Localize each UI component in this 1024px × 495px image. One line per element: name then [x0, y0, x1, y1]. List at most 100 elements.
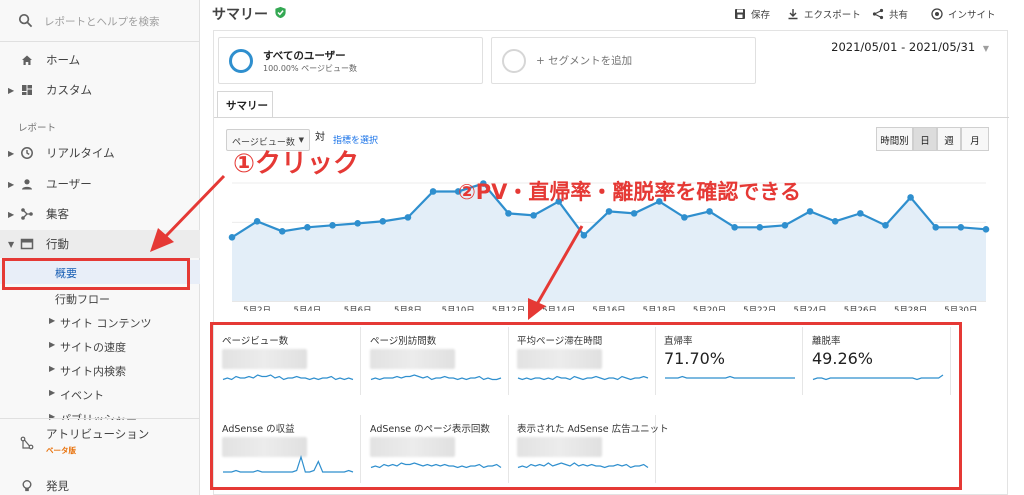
- chart-x-tick-label: 5月12日: [492, 306, 525, 311]
- sidebar-item-behavior[interactable]: ▼ 行動: [0, 230, 200, 258]
- sidebar-item-label: アトリビューション: [46, 427, 150, 441]
- chart-x-tick-label: 5月8日: [394, 306, 422, 311]
- expand-icon: ▶: [49, 364, 56, 373]
- chart-data-point[interactable]: [882, 222, 889, 229]
- chart-x-tick-label: 5月2日: [243, 306, 271, 311]
- tab-summary[interactable]: サマリー: [217, 91, 273, 118]
- chart-data-point[interactable]: [379, 218, 387, 225]
- person-icon: [22, 179, 32, 190]
- chart-data-point[interactable]: [404, 214, 412, 221]
- home-icon: [22, 55, 32, 65]
- chart-data-point[interactable]: [982, 226, 990, 233]
- sidebar-item-label: リアルタイム: [46, 146, 115, 160]
- chart-data-point[interactable]: [806, 208, 814, 215]
- chart-data-point[interactable]: [781, 222, 789, 229]
- versus-label: 対: [315, 132, 325, 143]
- clock-icon: [21, 147, 33, 159]
- chart-x-tick-label: 5月30日: [944, 306, 977, 311]
- segment-all-users[interactable]: すべてのユーザー 100.00% ページビュー数: [218, 37, 483, 84]
- expand-icon: ▶: [8, 209, 15, 219]
- save-icon: [735, 9, 745, 19]
- date-range-picker[interactable]: 2021/05/01 - 2021/05/31 ▼: [831, 40, 989, 54]
- insights-button[interactable]: インサイト: [931, 7, 996, 21]
- chart-x-tick-label: 5月16日: [592, 306, 625, 311]
- chart-data-point[interactable]: [429, 188, 437, 195]
- export-label: エクスポート: [804, 10, 861, 21]
- chevron-down-icon: ▼: [982, 44, 989, 53]
- chart-x-tick-label: 5月26日: [844, 306, 877, 311]
- chart-data-point[interactable]: [681, 214, 688, 221]
- report-search[interactable]: レポートとヘルプを検索: [0, 0, 200, 42]
- segment-name: すべてのユーザー: [263, 50, 346, 62]
- sidebar-item-custom[interactable]: ▶ カスタム: [0, 76, 200, 104]
- granularity-day[interactable]: 日: [913, 127, 937, 151]
- chart-data-point[interactable]: [756, 224, 764, 231]
- share-button[interactable]: 共有: [872, 7, 908, 21]
- sidebar-item-attribution[interactable]: アトリビューション ベータ版: [0, 426, 200, 460]
- annotation-highlight-scorecards: [210, 322, 962, 490]
- save-label: 保存: [751, 10, 771, 21]
- granularity-month[interactable]: 月: [961, 127, 989, 151]
- sidebar-item-acquisition[interactable]: ▶ 集客: [0, 200, 200, 228]
- beta-badge: ベータ版: [46, 446, 76, 455]
- search-icon: [18, 13, 33, 28]
- sidebar-item-realtime[interactable]: ▶ リアルタイム: [0, 139, 200, 167]
- chart-data-point[interactable]: [957, 224, 965, 231]
- chart-data-point[interactable]: [354, 220, 361, 227]
- report-header: サマリー 保存 エクスポート 共有 インサイト: [200, 0, 1024, 26]
- granularity-week[interactable]: 週: [937, 127, 961, 151]
- sidebar-item-label: イベント: [60, 389, 104, 402]
- add-segment-label: + セグメントを追加: [536, 55, 633, 67]
- chart-data-point[interactable]: [530, 212, 537, 219]
- annotation-click: ①クリック: [233, 149, 360, 179]
- collapse-icon: ▼: [8, 239, 15, 249]
- chart-data-point[interactable]: [505, 210, 512, 217]
- sidebar-item-label: 行動: [46, 237, 69, 251]
- sidebar-item-label: カスタム: [46, 83, 92, 97]
- chart-x-tick-label: 5月24日: [793, 306, 826, 311]
- chart-data-point[interactable]: [907, 194, 914, 201]
- page-title: サマリー: [212, 7, 268, 23]
- chart-data-point[interactable]: [228, 233, 236, 241]
- save-button[interactable]: 保存: [734, 7, 770, 21]
- sidebar-subitem-site-content[interactable]: ▶ サイト コンテンツ: [0, 310, 200, 334]
- sidebar-item-label: サイト コンテンツ: [60, 317, 152, 330]
- chart-x-tick-label: 5月4日: [293, 306, 321, 311]
- insights-label: インサイト: [948, 10, 996, 21]
- chart-data-point[interactable]: [630, 210, 638, 217]
- chart-data-point[interactable]: [706, 208, 713, 215]
- lightbulb-icon: [22, 480, 32, 492]
- chart-data-point[interactable]: [304, 224, 311, 231]
- segment-color-indicator: [229, 49, 253, 73]
- sidebar-item-discover[interactable]: 発見: [0, 472, 200, 495]
- sidebar-subitem-site-speed[interactable]: ▶ サイトの速度: [0, 334, 200, 358]
- chart-x-tick-label: 5月22日: [743, 306, 776, 311]
- chart-data-point[interactable]: [731, 224, 738, 231]
- sidebar-item-label: 発見: [46, 479, 69, 493]
- chart-data-point[interactable]: [932, 224, 940, 231]
- chart-data-point[interactable]: [580, 231, 588, 239]
- export-button[interactable]: エクスポート: [787, 7, 861, 21]
- sidebar-subitem-site-search[interactable]: ▶ サイト内検索: [0, 358, 200, 382]
- segment-placeholder-indicator: [502, 49, 526, 73]
- chart-data-point[interactable]: [605, 208, 613, 215]
- chart-x-tick-label: 5月28日: [894, 306, 927, 311]
- granularity-hourly[interactable]: 時間別: [876, 127, 913, 151]
- chart-data-point[interactable]: [831, 218, 839, 225]
- expand-icon: ▶: [8, 179, 15, 189]
- expand-icon: ▶: [49, 388, 56, 397]
- chart-x-tick-label: 5月18日: [643, 306, 676, 311]
- sidebar-item-home[interactable]: ホーム: [0, 46, 200, 74]
- chart-data-point[interactable]: [857, 210, 864, 217]
- sidebar-item-label: サイトの速度: [60, 341, 126, 354]
- sidebar-subitem-events[interactable]: ▶ イベント: [0, 382, 200, 406]
- chart-data-point[interactable]: [278, 228, 286, 235]
- search-input[interactable]: レポートとヘルプを検索: [44, 14, 160, 29]
- add-segment-button[interactable]: + セグメントを追加: [491, 37, 756, 84]
- chart-data-point[interactable]: [329, 222, 336, 229]
- sidebar-item-audience[interactable]: ▶ ユーザー: [0, 170, 200, 198]
- chart-data-point[interactable]: [253, 218, 261, 225]
- tab-divider: [214, 117, 1009, 118]
- annotation-highlight-overview: [2, 258, 190, 290]
- share-icon: [872, 8, 884, 20]
